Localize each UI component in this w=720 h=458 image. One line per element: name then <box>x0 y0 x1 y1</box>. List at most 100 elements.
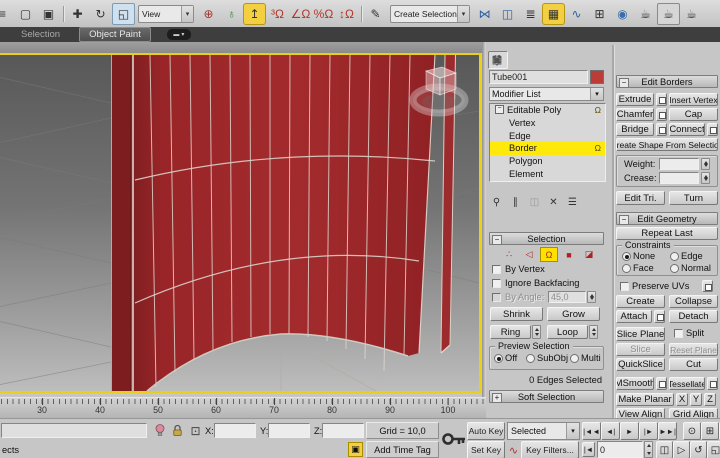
reference-coordsys-combo[interactable]: View▾ <box>138 5 194 23</box>
schematic-view-icon[interactable]: ⊞▾ <box>588 3 611 25</box>
make-planar-z-button[interactable]: Z <box>704 393 716 406</box>
percent-snap-icon[interactable]: %Ω▾ <box>312 3 335 25</box>
stack-row-border[interactable]: BorderΩ <box>490 142 605 155</box>
turn-button[interactable]: Turn <box>669 191 718 205</box>
preview-subobj-radio[interactable] <box>526 354 535 363</box>
chamfer-button[interactable]: Chamfer <box>616 108 654 121</box>
select-and-scale-icon[interactable]: ◱▾ <box>112 3 135 25</box>
quickslice-button[interactable]: QuickSlice <box>616 358 665 371</box>
set-key-big-key-icon[interactable] <box>441 424 467 454</box>
maximize-viewport-icon[interactable]: ◱ <box>707 441 720 458</box>
make-unique-icon[interactable]: ◫ <box>527 196 542 210</box>
constraint-face-radio[interactable] <box>622 264 631 273</box>
current-frame-field[interactable]: 0 <box>597 441 643 458</box>
selection-lock-icon[interactable] <box>170 423 185 438</box>
connect-settings-button[interactable] <box>707 123 718 136</box>
edit-borders-rollout-header[interactable]: − Edit Borders <box>616 75 718 88</box>
constraint-none-radio[interactable] <box>622 252 631 261</box>
cut-button[interactable]: Cut <box>669 358 718 371</box>
by-vertex-checkbox[interactable] <box>492 265 501 274</box>
extrude-button[interactable]: Extrude <box>616 93 654 106</box>
select-and-rotate-icon[interactable]: ↻▾ <box>89 3 112 25</box>
material-editor-icon[interactable]: ◉▾ <box>611 3 634 25</box>
tessellate-settings-button[interactable] <box>707 377 718 390</box>
polygon-mode-icon[interactable]: ■ <box>560 247 578 262</box>
loop-spinner[interactable] <box>589 325 598 339</box>
stack-row-editable-poly[interactable]: Editable PolyΩ <box>490 104 605 117</box>
add-time-tag[interactable]: Add Time Tag <box>366 441 439 458</box>
shrink-button[interactable]: Shrink <box>490 307 543 321</box>
by-angle-checkbox[interactable] <box>492 293 501 302</box>
cap-button[interactable]: Cap <box>669 108 718 121</box>
render-setup-icon[interactable]: ☕▾ <box>634 3 657 25</box>
mirror-icon[interactable]: ⋈▾ <box>473 3 496 25</box>
edit-geometry-rollout-header[interactable]: − Edit Geometry <box>616 212 718 225</box>
remove-modifier-icon[interactable]: ✕ <box>546 196 561 210</box>
bridge-settings-button[interactable] <box>656 123 667 136</box>
selection-rollout-header[interactable]: − Selection <box>489 232 604 245</box>
edit-named-selection-sets-icon[interactable]: ✎▾ <box>364 3 387 25</box>
perspective-viewport[interactable] <box>0 53 481 393</box>
object-name-field[interactable]: Tube001 <box>489 70 588 84</box>
walkthrough-icon[interactable]: ▷ <box>673 441 690 458</box>
bridge-button[interactable]: Bridge <box>616 123 654 136</box>
chamfer-settings-button[interactable] <box>656 108 667 121</box>
use-pivot-point-center-icon[interactable]: ⊕▾ <box>197 3 220 25</box>
connect-button[interactable]: Connect <box>669 123 705 136</box>
isolate-toggle-icon[interactable]: ▣ <box>348 442 363 457</box>
zoom-extents-all-icon[interactable]: ⊞ <box>701 422 719 440</box>
preview-off-radio[interactable] <box>494 354 503 363</box>
go-to-start-button[interactable]: |◄◄ <box>582 422 601 440</box>
next-frame-button[interactable]: |► <box>639 422 658 440</box>
stack-row-vertex[interactable]: Vertex <box>490 117 605 130</box>
create-shape-button[interactable]: Create Shape From Selection <box>616 138 718 151</box>
vertex-mode-icon[interactable]: ∴ <box>500 247 518 262</box>
angle-snap-icon[interactable]: ∠Ω▾ <box>289 3 312 25</box>
weight-spinner[interactable] <box>701 158 710 170</box>
constraint-edge-radio[interactable] <box>670 252 679 261</box>
key-filter-combo[interactable]: Selected ▾ <box>507 422 580 440</box>
render-production-icon[interactable]: ☕▾ <box>680 3 703 25</box>
tab-selection[interactable]: Selection <box>12 28 69 41</box>
msmooth-settings-button[interactable] <box>656 377 667 390</box>
tab-object-paint[interactable]: Object Paint <box>79 27 151 42</box>
grow-button[interactable]: Grow <box>547 307 600 321</box>
preserve-uvs-checkbox[interactable] <box>620 282 629 291</box>
zoom-icon[interactable]: ⊙ <box>683 422 701 440</box>
manage-layers-icon[interactable]: ≣▾ <box>519 3 542 25</box>
window-crossing-icon[interactable]: ▣▾ <box>37 3 60 25</box>
constraint-normal-radio[interactable] <box>670 264 679 273</box>
default-in-out-tangents-icon[interactable]: ∿ <box>506 443 521 458</box>
split-checkbox[interactable] <box>674 329 683 338</box>
orbit-icon[interactable]: ↺ <box>690 441 707 458</box>
select-and-move-icon[interactable]: ✚▾ <box>66 3 89 25</box>
graphite-modeling-tools-icon[interactable]: ▦▾ <box>542 3 565 25</box>
previous-frame-button[interactable]: ◄| <box>601 422 620 440</box>
tab-utilities[interactable]: ⚒ <box>488 51 506 67</box>
make-planar-x-button[interactable]: X <box>676 393 688 406</box>
make-planar-button[interactable]: Make Planar <box>616 393 674 406</box>
key-mode-toggle[interactable]: |◄ <box>582 442 595 457</box>
spinner-snap-icon[interactable]: ↕Ω▾ <box>335 3 358 25</box>
stack-row-edge[interactable]: Edge <box>490 129 605 142</box>
soft-selection-rollout-header[interactable]: + Soft Selection <box>489 390 604 403</box>
y-transform-field[interactable] <box>268 423 310 438</box>
edit-tri-button[interactable]: Edit Tri. <box>616 191 665 205</box>
create-button[interactable]: Create <box>616 295 665 308</box>
absolute-offset-mode-icon[interactable]: ⊡ <box>188 423 203 438</box>
track-bar[interactable]: 30 40 50 60 70 80 90 100 <box>0 397 486 419</box>
by-angle-field[interactable]: 45,0 <box>548 291 586 303</box>
ring-button[interactable]: Ring <box>490 325 531 339</box>
auto-key-button[interactable]: Auto Key <box>467 422 505 440</box>
rectangular-selection-region-icon[interactable]: ▢▾ <box>14 3 37 25</box>
set-key-button[interactable]: Set Key <box>467 441 505 458</box>
keyboard-shortcut-override-icon[interactable]: ↥▾ <box>243 3 266 25</box>
loop-button[interactable]: Loop <box>547 325 588 339</box>
extrude-settings-button[interactable] <box>656 93 667 106</box>
maxscript-mini-listener[interactable] <box>1 423 147 438</box>
collapse-button[interactable]: Collapse <box>669 295 718 308</box>
insert-vertex-button[interactable]: Insert Vertex <box>669 93 718 106</box>
by-angle-spinner[interactable] <box>587 291 596 303</box>
modifier-list-combo[interactable]: Modifier List ▾ <box>489 87 604 101</box>
rendered-frame-window-icon[interactable]: ☕▾ <box>657 3 680 25</box>
